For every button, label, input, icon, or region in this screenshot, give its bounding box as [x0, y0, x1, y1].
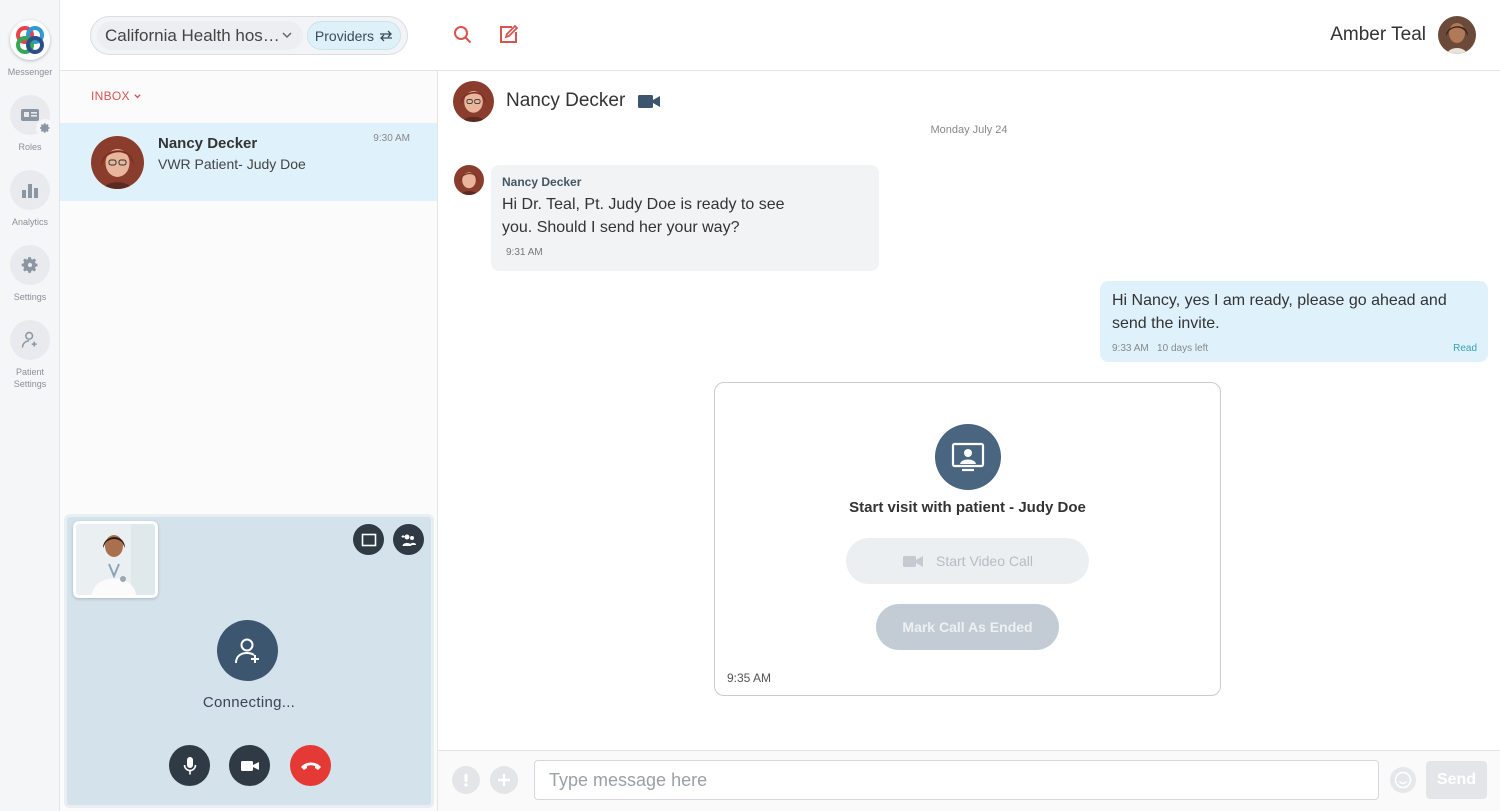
- conversation-row[interactable]: Nancy Decker VWR Patient- Judy Doe 9:30 …: [60, 123, 437, 201]
- fullscreen-icon: [361, 533, 376, 546]
- attach-button[interactable]: [490, 766, 518, 794]
- visit-title: Start visit with patient - Judy Doe: [849, 499, 1086, 516]
- user-name: Amber Teal: [1330, 24, 1426, 45]
- fullscreen-button[interactable]: [353, 524, 384, 555]
- org-name: California Health hos…: [105, 25, 280, 45]
- patient-icon: [10, 320, 50, 360]
- avatar: [91, 136, 144, 189]
- message-input[interactable]: [534, 760, 1379, 800]
- date-separator: Monday July 24: [930, 124, 1008, 136]
- message-text: Hi Dr. Teal, Pt. Judy Doe is ready to se…: [502, 196, 785, 236]
- left-rail: Messenger Roles Analytics Settings Patie…: [0, 0, 60, 811]
- chat-panel: Nancy Decker Monday July 24 Nancy Decker…: [438, 71, 1500, 811]
- smiley-icon: [1394, 771, 1412, 789]
- emoji-button[interactable]: [1390, 767, 1416, 793]
- participants-icon: [401, 534, 416, 546]
- message-time: 9:33 AM: [1112, 343, 1149, 354]
- priority-button[interactable]: [452, 766, 480, 794]
- compose-bar: Send: [438, 750, 1500, 811]
- top-bar: California Health hos… Providers Amber T…: [60, 0, 1500, 71]
- incoming-message: Nancy Decker Hi Dr. Teal, Pt. Judy Doe i…: [491, 165, 879, 271]
- video-camera-icon: [902, 555, 923, 567]
- rail-label-roles: Roles: [18, 142, 42, 152]
- rail-item-analytics[interactable]: Analytics: [0, 170, 60, 228]
- video-camera-icon: [240, 760, 259, 771]
- rail-item-roles[interactable]: Roles: [0, 95, 60, 153]
- search-icon[interactable]: [452, 24, 474, 46]
- rail-label-analytics: Analytics: [11, 217, 48, 227]
- visit-time: 9:35 AM: [727, 671, 772, 685]
- video-visit-icon: [935, 424, 1001, 490]
- inbox-filter-dropdown[interactable]: INBOX: [91, 89, 142, 103]
- bar-chart-icon: [10, 170, 50, 210]
- message-sender: Nancy Decker: [502, 175, 582, 189]
- self-view-video: [73, 521, 158, 598]
- inbox-label: INBOX: [91, 89, 130, 103]
- message-meta: 9:33 AM 10 days left: [1112, 343, 1208, 354]
- plus-icon: [498, 774, 510, 786]
- app-logo-icon: [10, 20, 50, 60]
- end-call-button[interactable]: [290, 745, 331, 786]
- chevron-down-icon: [134, 93, 141, 98]
- send-button[interactable]: Send: [1426, 761, 1487, 799]
- read-receipt: Read: [1453, 343, 1477, 354]
- rail-item-settings[interactable]: Settings: [0, 245, 60, 303]
- message-text: Hi Nancy, yes I am ready, please go ahea…: [1112, 292, 1447, 332]
- providers-label: Providers: [314, 27, 375, 44]
- rail-label-settings: Settings: [13, 292, 47, 302]
- chevron-down-icon: [282, 32, 292, 39]
- add-participant-icon: [217, 620, 278, 681]
- swap-icon: [380, 30, 393, 41]
- rail-item-messenger[interactable]: Messenger: [0, 20, 60, 78]
- compose-icon[interactable]: [497, 24, 519, 46]
- roles-icon: [10, 95, 54, 137]
- rail-label-patient-settings: Patient Settings: [13, 367, 47, 389]
- conversation-preview: VWR Patient- Judy Doe: [158, 156, 306, 172]
- outgoing-message: Hi Nancy, yes I am ready, please go ahea…: [1100, 281, 1488, 362]
- video-call-icon[interactable]: [637, 93, 661, 110]
- providers-toggle-button[interactable]: Providers: [307, 21, 401, 50]
- sender-avatar: [454, 165, 484, 195]
- contact-name: Nancy Decker: [506, 90, 626, 111]
- mark-call-ended-button[interactable]: Mark Call As Ended: [876, 604, 1059, 650]
- mute-button[interactable]: [169, 745, 210, 786]
- gear-badge-icon: [36, 119, 54, 137]
- video-call-widget: Connecting...: [64, 514, 434, 808]
- rail-item-patient-settings[interactable]: Patient Settings: [0, 320, 60, 390]
- microphone-icon: [183, 756, 196, 774]
- message-expiry: 10 days left: [1157, 343, 1209, 354]
- conversation-name: Nancy Decker: [158, 135, 258, 152]
- gear-icon: [10, 245, 50, 285]
- start-video-label: Start Video Call: [935, 553, 1033, 569]
- org-select[interactable]: California Health hos…: [97, 21, 303, 50]
- user-avatar[interactable]: [1438, 16, 1476, 54]
- org-switcher: California Health hos… Providers: [90, 16, 408, 55]
- participants-button[interactable]: [393, 524, 424, 555]
- call-status: Connecting...: [202, 694, 296, 711]
- conversation-time: 9:30 AM: [373, 133, 410, 144]
- start-video-call-button[interactable]: Start Video Call: [846, 538, 1089, 584]
- camera-toggle-button[interactable]: [229, 745, 270, 786]
- rail-label-messenger: Messenger: [7, 67, 53, 77]
- contact-avatar[interactable]: [453, 81, 494, 122]
- hang-up-icon: [300, 762, 321, 770]
- exclamation-icon: [464, 774, 468, 787]
- visit-card: Start visit with patient - Judy Doe Star…: [714, 382, 1221, 696]
- message-time: 9:31 AM: [506, 247, 543, 258]
